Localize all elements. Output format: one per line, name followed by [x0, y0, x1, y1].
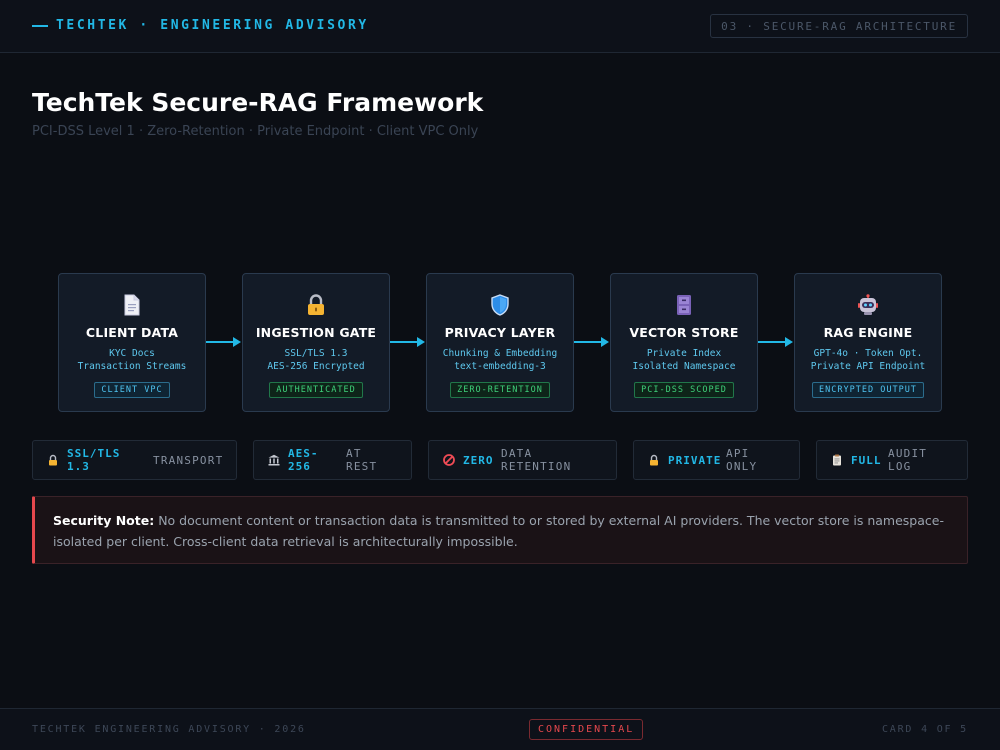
- node-badge: PCI-DSS SCOPED: [634, 382, 734, 398]
- security-note: Security Note: No document content or tr…: [32, 496, 968, 564]
- node-detail: Chunking & Embedding: [442, 348, 558, 359]
- file-cabinet-icon: [676, 293, 692, 317]
- document-icon: [123, 293, 141, 317]
- shield-icon: [490, 293, 510, 317]
- brand: TECHTEK · ENGINEERING ADVISORY: [32, 18, 369, 33]
- flow-arrow: [574, 337, 609, 347]
- node-detail: Isolated Namespace: [632, 361, 736, 372]
- lock-icon: [47, 454, 59, 466]
- node-title: RAG ENGINE: [823, 325, 913, 340]
- stat-audit: FULL AUDIT LOG: [816, 440, 968, 480]
- node-detail: AES-256 Encrypted: [267, 361, 365, 372]
- confidential-badge: CONFIDENTIAL: [529, 719, 644, 740]
- stat-transport: SSL/TLS 1.3 TRANSPORT: [32, 440, 237, 480]
- security-note-text: No document content or transaction data …: [53, 513, 944, 549]
- lock-icon: [648, 454, 660, 466]
- flow-arrow: [206, 337, 241, 347]
- node-detail: GPT-4o · Token Opt.: [813, 348, 923, 359]
- brand-accent-bar: [32, 24, 48, 27]
- node-badge: AUTHENTICATED: [269, 382, 363, 398]
- lock-icon: [306, 293, 326, 317]
- pipeline-flow: CLIENT DATA KYC Docs Transaction Streams…: [58, 273, 942, 412]
- node-client-data: CLIENT DATA KYC Docs Transaction Streams…: [58, 273, 206, 412]
- bank-icon: [268, 454, 280, 466]
- node-detail: Private API Endpoint: [810, 361, 926, 372]
- robot-icon: [857, 293, 879, 317]
- node-detail: Transaction Streams: [77, 361, 187, 372]
- node-badge: CLIENT VPC: [94, 382, 170, 398]
- node-title: INGESTION GATE: [255, 325, 377, 340]
- node-rag-engine: RAG ENGINE GPT-4o · Token Opt. Private A…: [794, 273, 942, 412]
- stat-at-rest: AES- 256 AT REST: [253, 440, 412, 480]
- node-title: VECTOR STORE: [629, 325, 739, 340]
- stat-label: API ONLY: [726, 447, 758, 473]
- node-badge: ENCRYPTED OUTPUT: [812, 382, 924, 398]
- header-bar: TECHTEK · ENGINEERING ADVISORY 03 · SECU…: [0, 0, 1000, 53]
- node-vector-store: VECTOR STORE Private Index Isolated Name…: [610, 273, 758, 412]
- node-detail: text-embedding-3: [454, 361, 546, 372]
- no-entry-icon: [443, 454, 455, 466]
- stat-label: AUDIT LOG: [888, 447, 928, 473]
- card-counter: CARD 4 OF 5: [881, 724, 968, 735]
- stat-value: FULL: [851, 453, 882, 467]
- node-badge: ZERO-RETENTION: [450, 382, 550, 398]
- footer-bar: TECHTEK ENGINEERING ADVISORY · 2026 CONF…: [0, 708, 1000, 750]
- stat-label: DATA RETENTION: [501, 447, 572, 473]
- page-subtitle: PCI-DSS Level 1 · Zero-Retention · Priva…: [32, 124, 479, 139]
- node-privacy-layer: PRIVACY LAYER Chunking & Embedding text-…: [426, 273, 574, 412]
- page-title: TechTek Secure-RAG Framework: [32, 88, 484, 117]
- footer-label: TECHTEK ENGINEERING ADVISORY · 2026: [32, 724, 306, 735]
- node-title: CLIENT DATA: [85, 325, 179, 340]
- stat-value: AES- 256: [288, 447, 319, 473]
- clipboard-icon: [831, 454, 843, 466]
- stat-value: PRIVATE: [668, 453, 722, 467]
- brand-label: TECHTEK · ENGINEERING ADVISORY: [56, 18, 369, 33]
- stat-api: PRIVATE API ONLY: [633, 440, 800, 480]
- stat-retention: ZERO DATA RETENTION: [428, 440, 617, 480]
- node-detail: SSL/TLS 1.3: [284, 348, 348, 359]
- flow-arrow: [390, 337, 425, 347]
- node-ingestion-gate: INGESTION GATE SSL/TLS 1.3 AES-256 Encry…: [242, 273, 390, 412]
- node-title: PRIVACY LAYER: [444, 325, 556, 340]
- stat-value: ZERO: [463, 453, 494, 467]
- stat-label: TRANSPORT: [153, 453, 224, 467]
- node-detail: KYC Docs: [109, 348, 155, 359]
- stat-label: AT REST: [346, 447, 378, 473]
- section-tag: 03 · SECURE-RAG ARCHITECTURE: [710, 14, 968, 38]
- security-note-lead: Security Note:: [53, 513, 155, 528]
- node-detail: Private Index: [646, 348, 722, 359]
- stat-value: SSL/TLS 1.3: [67, 447, 121, 473]
- flow-arrow: [758, 337, 793, 347]
